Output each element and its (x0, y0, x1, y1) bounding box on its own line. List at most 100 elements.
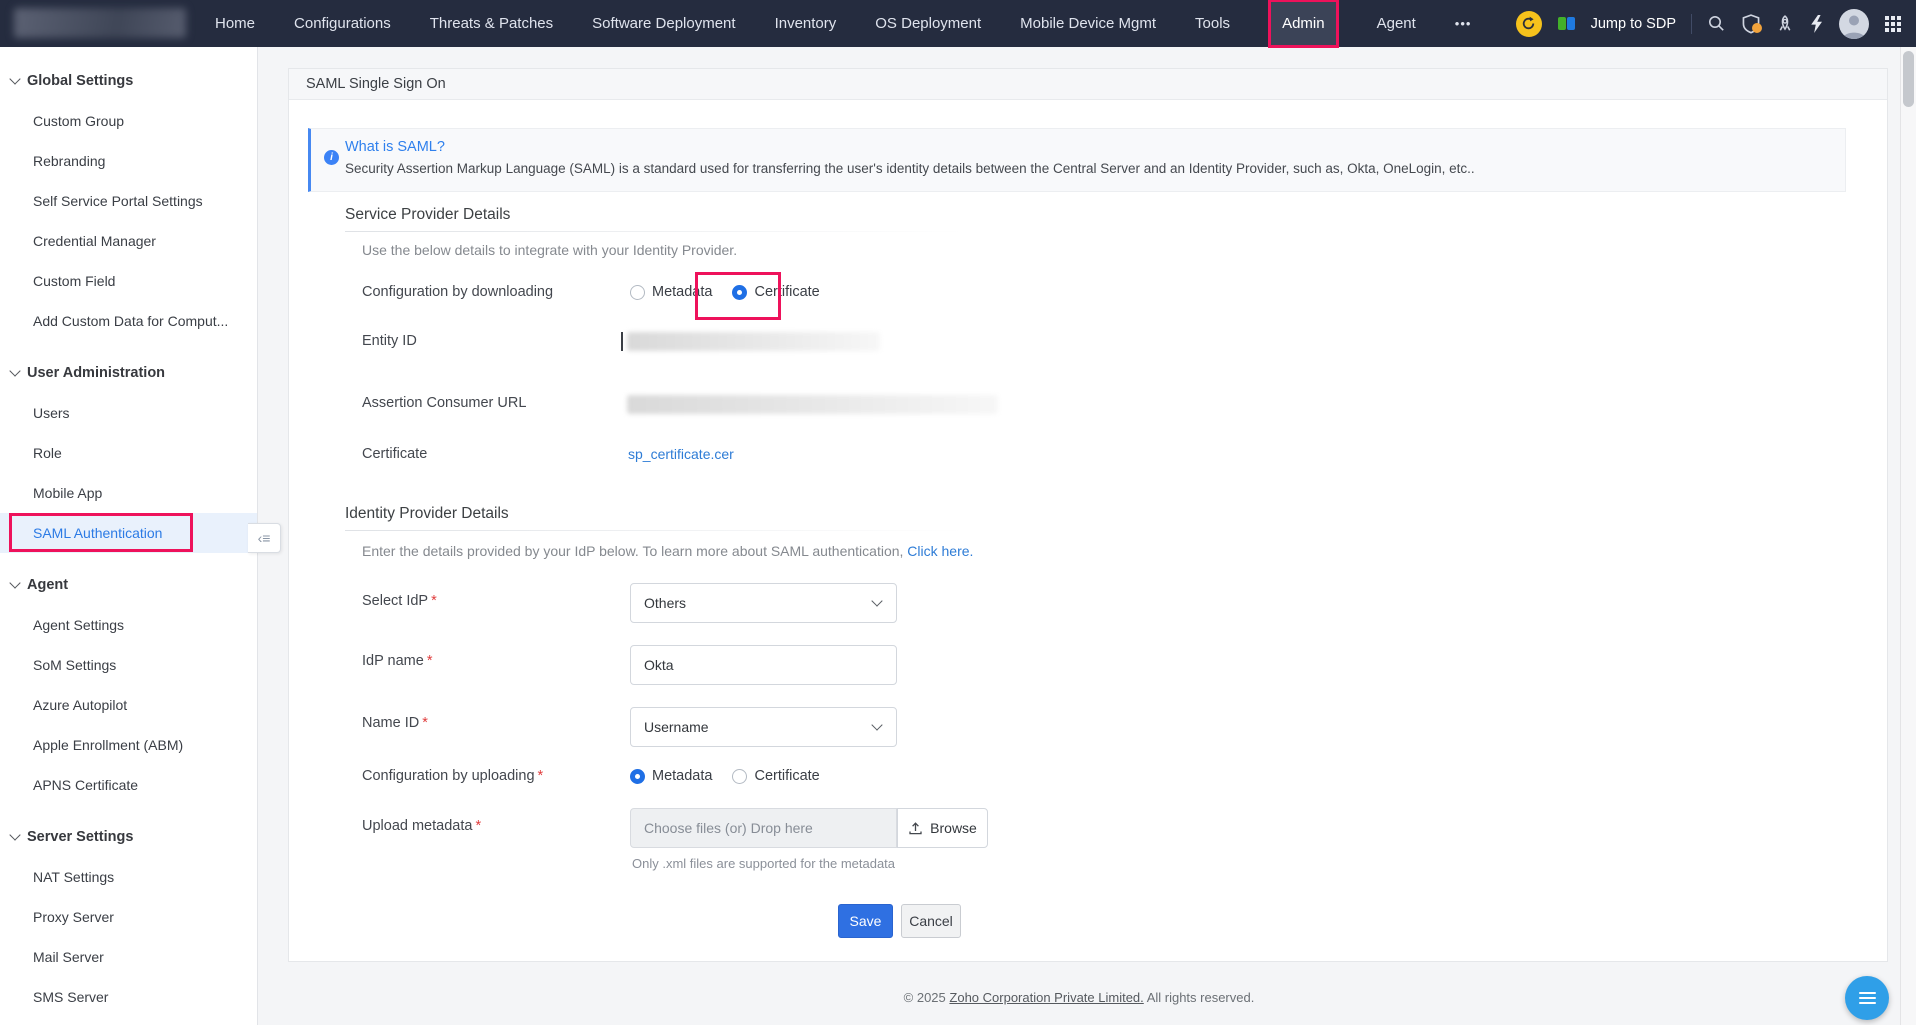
sidebar-item-role[interactable]: Role (0, 433, 257, 473)
license-renew-icon[interactable] (1515, 10, 1542, 37)
sp-certificate-download-link[interactable]: sp_certificate.cer (628, 446, 734, 462)
sidebar-item-custom-field[interactable]: Custom Field (0, 261, 257, 301)
nav-item-configurations[interactable]: Configurations (294, 0, 391, 47)
notification-dot (1752, 22, 1762, 33)
scrollbar-thumb[interactable] (1903, 51, 1914, 107)
name-id-label: Name ID * (362, 715, 428, 731)
hamburger-icon (1858, 992, 1876, 994)
nav-item-home[interactable]: Home (215, 0, 255, 47)
radio-option-metadata-upload[interactable]: Metadata (630, 768, 712, 784)
name-id-dropdown[interactable]: Username (630, 707, 897, 747)
text-cursor (621, 332, 623, 351)
file-dropzone[interactable]: Choose files (or) Drop here (630, 808, 897, 848)
click-here-link[interactable]: Click here. (907, 543, 973, 559)
sidebar-item-add-custom-data[interactable]: Add Custom Data for Comput... (0, 301, 257, 341)
nav-more-icon[interactable]: ••• (1455, 0, 1472, 47)
page-scrollbar[interactable] (1900, 47, 1916, 1025)
assistant-fab-button[interactable] (1845, 976, 1889, 1020)
apps-grid-icon[interactable] (1884, 15, 1902, 33)
sidebar-item-som-settings[interactable]: SoM Settings (0, 645, 257, 685)
saml-description: Security Assertion Markup Language (SAML… (345, 161, 1475, 176)
main-nav: Home Configurations Threats & Patches So… (215, 0, 1472, 48)
idp-name-input[interactable] (630, 645, 897, 685)
quick-actions-bolt-icon[interactable] (1809, 14, 1824, 33)
sidebar-item-mobile-app[interactable]: Mobile App (0, 473, 257, 513)
entity-id-redacted-value (627, 332, 880, 351)
chevron-down-icon (871, 719, 883, 731)
topbar-right-icons: Jump to SDP (1515, 0, 1902, 47)
nav-item-agent[interactable]: Agent (1377, 0, 1416, 47)
chevron-down-icon (9, 73, 21, 85)
sidebar-section-user-administration[interactable]: User Administration (0, 353, 257, 393)
radio-option-certificate-download[interactable]: Certificate (732, 284, 820, 300)
acs-url-redacted-value (627, 395, 998, 414)
certificate-label: Certificate (362, 446, 428, 462)
sidebar-item-nat-settings[interactable]: NAT Settings (0, 857, 257, 897)
required-marker: * (426, 653, 433, 669)
sidebar-collapse-toggle[interactable]: ‹≡ (248, 523, 281, 553)
section-divider (345, 231, 965, 232)
upload-icon (909, 821, 922, 834)
panel-header: SAML Single Sign On (289, 69, 1887, 100)
security-shield-icon[interactable] (1741, 13, 1762, 34)
settings-sidebar: Global Settings Custom Group Rebranding … (0, 47, 258, 1025)
sidebar-item-users[interactable]: Users (0, 393, 257, 433)
sidebar-item-sms-server[interactable]: SMS Server (0, 977, 257, 1017)
sidebar-item-custom-group[interactable]: Custom Group (0, 101, 257, 141)
radio-option-certificate-upload[interactable]: Certificate (732, 768, 820, 784)
sidebar-item-credential-manager[interactable]: Credential Manager (0, 221, 257, 261)
select-idp-label: Select IdP * (362, 593, 437, 609)
nav-item-tools[interactable]: Tools (1195, 0, 1230, 47)
sdp-logo-icon[interactable] (1557, 14, 1576, 33)
nav-item-software-deployment[interactable]: Software Deployment (592, 0, 735, 47)
sidebar-item-apple-enrollment[interactable]: Apple Enrollment (ABM) (0, 725, 257, 765)
browse-button[interactable]: Browse (897, 808, 988, 848)
config-download-label: Configuration by downloading (362, 284, 554, 300)
radio-option-metadata-download[interactable]: Metadata (630, 284, 712, 300)
chevron-down-icon (9, 829, 21, 841)
sidebar-item-azure-autopilot[interactable]: Azure Autopilot (0, 685, 257, 725)
nav-item-os-deployment[interactable]: OS Deployment (875, 0, 981, 47)
nav-item-threats-patches[interactable]: Threats & Patches (430, 0, 553, 47)
nav-item-mobile-device-mgmt[interactable]: Mobile Device Mgmt (1020, 0, 1156, 47)
sidebar-item-self-service-portal[interactable]: Self Service Portal Settings (0, 181, 257, 221)
chevron-down-icon (9, 577, 21, 589)
radio-checked-icon[interactable] (630, 768, 645, 784)
nav-item-inventory[interactable]: Inventory (775, 0, 837, 47)
sidebar-section-agent[interactable]: Agent (0, 565, 257, 605)
upload-metadata-label: Upload metadata * (362, 818, 482, 834)
product-logo (14, 8, 186, 38)
sidebar-item-rebranding[interactable]: Rebranding (0, 141, 257, 181)
whats-new-rocket-icon[interactable] (1776, 14, 1794, 33)
saml-sso-panel: SAML Single Sign On (288, 68, 1888, 962)
save-button[interactable]: Save (838, 904, 893, 938)
sidebar-item-apns-certificate[interactable]: APNS Certificate (0, 765, 257, 805)
zoho-corporation-link[interactable]: Zoho Corporation Private Limited. (949, 990, 1143, 1005)
select-idp-dropdown[interactable]: Others (630, 583, 897, 623)
required-marker: * (537, 768, 544, 784)
top-navigation-bar: Home Configurations Threats & Patches So… (0, 0, 1916, 48)
cancel-button[interactable]: Cancel (901, 904, 961, 938)
identity-provider-heading: Identity Provider Details (345, 505, 509, 522)
sidebar-item-proxy-server[interactable]: Proxy Server (0, 897, 257, 937)
footer-copyright: © 2025 Zoho Corporation Private Limited.… (903, 990, 1255, 1005)
sidebar-section-global-settings[interactable]: Global Settings (0, 61, 257, 101)
divider (1691, 13, 1692, 34)
jump-to-sdp-link[interactable]: Jump to SDP (1591, 16, 1676, 32)
radio-unchecked-icon[interactable] (630, 284, 645, 300)
user-avatar[interactable] (1839, 8, 1869, 39)
nav-item-admin[interactable]: Admin (1268, 0, 1339, 48)
refresh-icon (1522, 16, 1535, 30)
config-download-radio-group: Metadata Certificate (630, 284, 820, 300)
radio-unchecked-icon[interactable] (732, 768, 748, 784)
sidebar-item-mail-server[interactable]: Mail Server (0, 937, 257, 977)
required-marker: * (475, 818, 482, 834)
identity-provider-subtext: Enter the details provided by your IdP b… (362, 543, 974, 559)
sidebar-item-agent-settings[interactable]: Agent Settings (0, 605, 257, 645)
radio-checked-icon[interactable] (732, 284, 748, 300)
search-icon[interactable] (1707, 14, 1726, 33)
service-provider-subtext: Use the below details to integrate with … (362, 242, 738, 258)
what-is-saml-link[interactable]: What is SAML? (345, 139, 445, 155)
sidebar-section-server-settings[interactable]: Server Settings (0, 817, 257, 857)
sidebar-item-saml-authentication[interactable]: SAML Authentication (0, 513, 257, 553)
